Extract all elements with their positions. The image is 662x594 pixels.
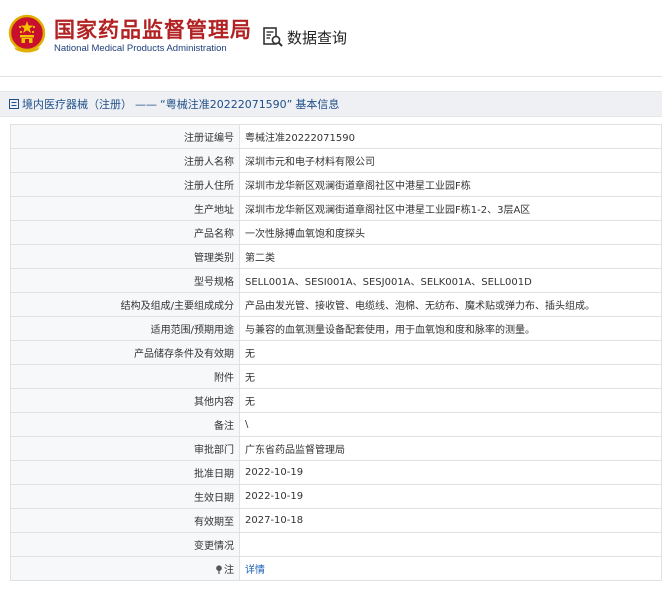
field-value: 广东省药品监督管理局	[239, 436, 662, 461]
detail-table: 注册证编号 粤械注准20222071590 注册人名称 深圳市元和电子材料有限公司 …	[10, 124, 662, 581]
field-value: \	[239, 412, 662, 437]
breadcrumb-suffix: 基本信息	[295, 98, 340, 111]
field-value: 深圳市元和电子材料有限公司	[239, 148, 662, 173]
table-row: 备注 \	[10, 412, 662, 437]
table-row: 生产地址 深圳市龙华新区观澜街道章阁社区中港星工业园F栋1-2、3层A区	[10, 196, 662, 221]
note-value-cell: 详情	[239, 556, 662, 581]
table-row: 附件无	[10, 364, 662, 389]
field-value: 2027-10-18	[239, 508, 662, 533]
field-label: 型号规格	[10, 268, 240, 293]
field-label: 附件	[10, 364, 240, 389]
field-value: 无	[239, 364, 662, 389]
table-row: 有效期至 2027-10-18	[10, 508, 662, 533]
field-value: 深圳市龙华新区观澜街道章阁社区中港星工业园F栋1-2、3层A区	[239, 196, 662, 221]
list-icon	[9, 99, 19, 109]
field-value	[239, 532, 662, 557]
field-label: 生效日期	[10, 484, 240, 509]
table-row: 生效日期 2022-10-19	[10, 484, 662, 509]
table-row: 型号规格 SELL001A、SESI001A、SESJ001A、SELK001A、…	[10, 268, 662, 293]
breadcrumb-section-link[interactable]: 境内医疗器械（注册）	[22, 96, 132, 112]
table-row: 结构及组成/主要组成成分 产品由发光管、接收管、电缆线、泡棉、无纺布、魔术贴或弹力…	[10, 292, 662, 317]
field-label: 产品储存条件及有效期	[10, 340, 240, 365]
data-query-label: 数据查询	[287, 28, 348, 47]
table-row: 注册证编号 粤械注准20222071590	[10, 124, 662, 149]
table-row: 注册人住所 深圳市龙华新区观澜街道章阁社区中港星工业园F栋	[10, 172, 662, 197]
table-row: 注 详情	[10, 556, 662, 581]
field-value: 第二类	[239, 244, 662, 269]
header-divider	[0, 76, 662, 77]
field-value: 2022-10-19	[239, 484, 662, 509]
field-label: 备注	[10, 412, 240, 437]
field-label: 有效期至	[10, 508, 240, 533]
field-label: 注册证编号	[10, 124, 240, 149]
field-value: 与兼容的血氧测量设备配套使用，用于血氧饱和度和脉率的测量。	[239, 316, 662, 341]
field-value: 深圳市龙华新区观澜街道章阁社区中港星工业园F栋	[239, 172, 662, 197]
table-row: 适用范围/预期用途 与兼容的血氧测量设备配套使用，用于血氧饱和度和脉率的测量。	[10, 316, 662, 341]
data-query-link[interactable]: 数据查询	[262, 26, 347, 48]
table-row: 审批部门 广东省药品监督管理局	[10, 436, 662, 461]
field-value: 2022-10-19	[239, 460, 662, 485]
table-row: 其他内容无	[10, 388, 662, 413]
field-value: 无	[239, 388, 662, 413]
field-label: 批准日期	[10, 460, 240, 485]
field-label: 生产地址	[10, 196, 240, 221]
breadcrumb-separator: ——	[135, 97, 157, 111]
site-header: 国家药品监督管理局 National Medical Products Admi…	[0, 0, 662, 76]
field-label: 管理类别	[10, 244, 240, 269]
table-row: 批准日期 2022-10-19	[10, 460, 662, 485]
document-search-icon	[263, 27, 283, 47]
field-label: 结构及组成/主要组成成分	[10, 292, 240, 317]
brand-title-cn: 国家药品监督管理局	[54, 18, 252, 42]
table-row: 产品名称 一次性脉搏血氧饱和度探头	[10, 220, 662, 245]
field-value: 一次性脉搏血氧饱和度探头	[239, 220, 662, 245]
field-label: 产品名称	[10, 220, 240, 245]
field-value: SELL001A、SESI001A、SESJ001A、SELK001A、SELL…	[239, 268, 662, 293]
field-label: 适用范围/预期用途	[10, 316, 240, 341]
breadcrumb: 境内医疗器械（注册） —— “粤械注准20222071590” 基本信息	[0, 91, 662, 117]
field-value: 无	[239, 340, 662, 365]
field-label: 注册人住所	[10, 172, 240, 197]
field-label: 注册人名称	[10, 148, 240, 173]
field-label: 注	[224, 565, 234, 576]
table-row: 注册人名称 深圳市元和电子材料有限公司	[10, 148, 662, 173]
table-row: 产品储存条件及有效期无	[10, 340, 662, 365]
field-label: 其他内容	[10, 388, 240, 413]
table-row: 变更情况	[10, 532, 662, 557]
field-label: 审批部门	[10, 436, 240, 461]
note-label-cell: 注	[10, 556, 240, 581]
field-value: 粤械注准20222071590	[239, 124, 662, 149]
field-label: 变更情况	[10, 532, 240, 557]
table-row: 管理类别 第二类	[10, 244, 662, 269]
field-value: 产品由发光管、接收管、电缆线、泡棉、无纺布、魔术贴或弹力布、插头组成。	[239, 292, 662, 317]
national-emblem-icon	[8, 14, 46, 53]
pin-icon	[216, 565, 222, 574]
brand-title-en: National Medical Products Administration	[54, 43, 227, 54]
breadcrumb-record-title: “粤械注准20222071590”	[160, 98, 293, 111]
details-link[interactable]: 详情	[245, 565, 265, 576]
